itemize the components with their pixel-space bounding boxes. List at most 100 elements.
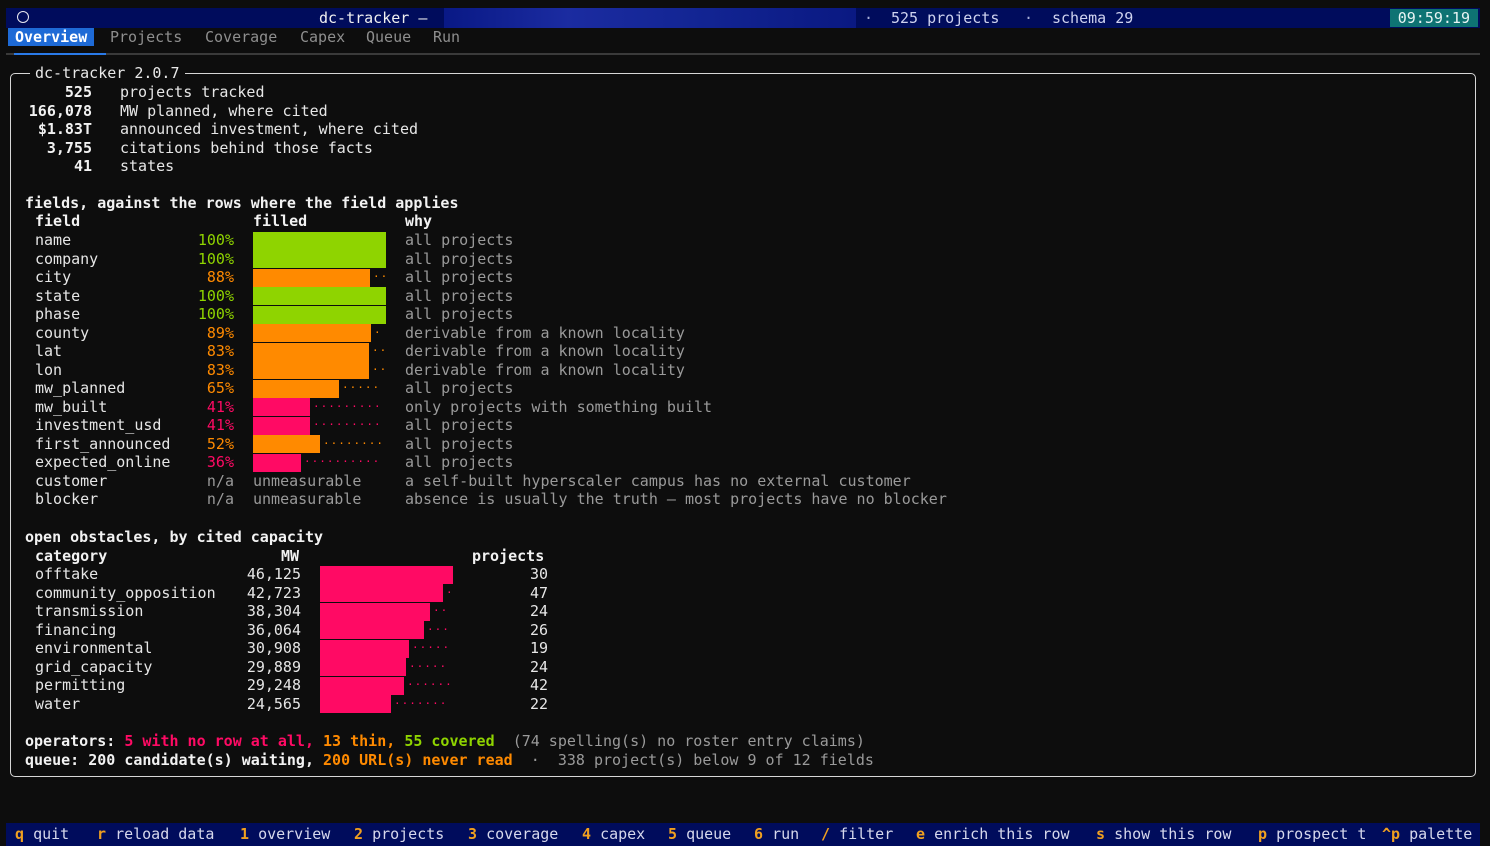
footer-key-run[interactable]: 6 run <box>754 824 799 844</box>
obstacle-category: water <box>35 694 81 713</box>
field-fill-remainder: ·· <box>372 344 388 357</box>
obstacle-bar <box>320 676 404 695</box>
field-percent: 52% <box>206 434 234 453</box>
tab-coverage[interactable]: Coverage <box>205 28 277 46</box>
tab-projects[interactable]: Projects <box>110 28 182 46</box>
obstacle-bar <box>320 658 406 676</box>
obstacle-projects: 24 <box>529 657 548 676</box>
tab-overview[interactable]: Overview <box>8 28 95 46</box>
field-percent: 36% <box>206 453 234 471</box>
schema-version: schema 29 <box>1052 9 1134 27</box>
tab-queue[interactable]: Queue <box>366 28 411 46</box>
footer-key: 5 <box>668 825 678 843</box>
field-name: lon <box>35 360 63 379</box>
obstacle-category: permitting <box>35 676 126 694</box>
footer-key-queue[interactable]: 5 queue <box>668 824 731 844</box>
field-fill-remainder: · <box>374 325 382 339</box>
fields-col-why: why <box>405 212 433 230</box>
footer-key-capex[interactable]: 4 capex <box>582 824 645 844</box>
field-percent: 100% <box>197 305 234 323</box>
obstacle-bar-remainder: ····· <box>409 659 448 673</box>
summary-label: states <box>120 157 175 175</box>
footer-key-show-this-row[interactable]: s show this row <box>1096 824 1231 844</box>
panel-title: dc-tracker 2.0.7 <box>30 64 185 82</box>
footer-key-filter[interactable]: / filter <box>821 824 893 844</box>
field-unmeasurable: unmeasurable <box>253 471 362 490</box>
queue-label: queue: <box>25 751 80 769</box>
queue-line: queue: 200 candidate(s) waiting, 200 URL… <box>25 751 874 770</box>
footer-label: queue <box>686 825 732 843</box>
status-circle-icon <box>17 11 29 23</box>
obstacle-projects: 47 <box>529 583 548 602</box>
footer-key: q <box>15 825 25 843</box>
project-count: 525 projects <box>891 9 1000 27</box>
footer-key: p <box>1258 825 1268 843</box>
field-why: all projects <box>405 268 514 286</box>
footer-key-enrich-this-row[interactable]: e enrich this row <box>916 824 1070 844</box>
field-fill-remainder: ·· <box>373 270 389 283</box>
footer-key-prospect-t[interactable]: p prospect t <box>1258 824 1366 844</box>
field-why: all projects <box>405 286 514 305</box>
footer-label: palette <box>1409 825 1473 843</box>
footer-key-projects[interactable]: 2 projects <box>354 824 444 844</box>
obstacle-category: grid_capacity <box>35 657 153 676</box>
obstacle-bar-remainder: ····· <box>412 641 451 654</box>
obstacle-bar <box>320 602 430 621</box>
field-percent: 100% <box>197 231 234 249</box>
field-fill-bar <box>253 361 369 379</box>
footer-key-reload-data[interactable]: r reload data <box>97 824 214 844</box>
footer-key: 3 <box>468 825 478 843</box>
field-why: all projects <box>405 453 514 471</box>
field-percent: 41% <box>206 416 234 434</box>
field-name: phase <box>35 305 81 323</box>
footer-label: filter <box>839 825 894 843</box>
footer-key: r <box>97 825 107 843</box>
queue-dot: · <box>530 751 540 769</box>
field-fill-bar <box>253 416 310 435</box>
obstacle-mw: 30,908 <box>246 639 301 657</box>
field-name: company <box>35 249 99 268</box>
footer-key-quit[interactable]: q quit <box>15 824 69 844</box>
field-percent: n/a <box>206 490 234 508</box>
tab-capex[interactable]: Capex <box>300 28 345 46</box>
footer-key-overview[interactable]: 1 overview <box>240 824 330 844</box>
field-fill-remainder: ········ <box>323 436 384 450</box>
field-name: mw_planned <box>35 379 126 397</box>
field-name: state <box>35 286 81 305</box>
footer-key: s <box>1096 825 1106 843</box>
tab-run[interactable]: Run <box>433 28 460 46</box>
operators-line: operators: 5 with no row at all, 13 thin… <box>25 732 865 751</box>
obstacle-bar-remainder: ······· <box>394 696 448 710</box>
field-fill-bar <box>253 453 301 472</box>
summary-label: citations behind those facts <box>120 138 373 157</box>
footer-key: 1 <box>240 825 250 843</box>
footer-label: run <box>772 825 800 843</box>
footer-key-coverage[interactable]: 3 coverage <box>468 824 558 844</box>
obstacle-projects: 24 <box>529 602 548 620</box>
footer-label: quit <box>33 825 70 843</box>
obstacles-col-category: category <box>35 547 108 565</box>
title-separator: · <box>1024 9 1034 27</box>
obstacle-projects: 30 <box>529 565 548 583</box>
footer-key: ^p <box>1382 825 1401 843</box>
field-name: mw_built <box>35 397 108 416</box>
obstacle-category: financing <box>35 620 117 639</box>
field-why: a self-built hyperscaler campus has no e… <box>405 471 911 490</box>
field-why: all projects <box>405 434 514 453</box>
field-name: lat <box>35 342 63 360</box>
summary-label: MW planned, where cited <box>120 101 328 120</box>
field-fill-bar <box>253 268 370 287</box>
footer-key-palette[interactable]: ^p palette <box>1382 824 1472 844</box>
footer-label: projects <box>372 825 445 843</box>
field-percent: 88% <box>206 268 234 286</box>
field-name: first_announced <box>35 434 171 453</box>
field-fill-remainder: ········· <box>313 399 382 413</box>
footer-label: capex <box>600 825 646 843</box>
operators-no-row: 5 with no row at all, <box>124 732 314 750</box>
obstacle-projects: 42 <box>529 676 548 694</box>
obstacle-bar <box>320 584 443 602</box>
queue-below: 338 project(s) below 9 of 12 fields <box>557 751 874 769</box>
summary-value: 41 <box>73 157 92 175</box>
obstacle-bar <box>320 565 453 584</box>
footer-key: 4 <box>582 825 592 843</box>
